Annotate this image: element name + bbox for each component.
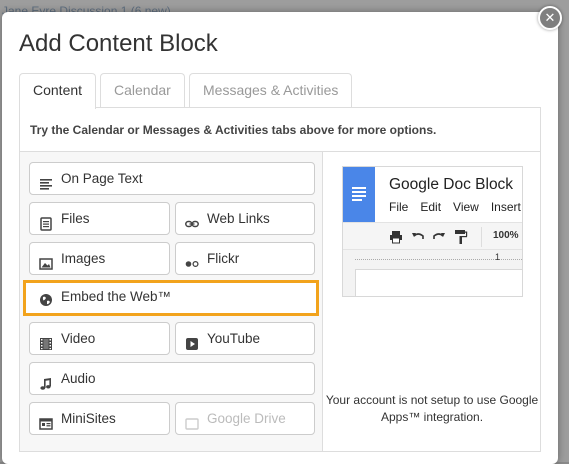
menu-insert: Insert [490,200,521,214]
minisites-label: MiniSites [61,411,116,426]
embed-the-web-label: Embed the Web™ [61,289,172,304]
close-button[interactable]: ✕ [538,6,562,30]
flickr-icon [185,251,199,268]
link-icon [185,211,199,228]
flickr-button[interactable]: Flickr [175,242,315,275]
images-label: Images [61,251,106,266]
google-doc-toolbar: 100% [343,222,522,250]
image-icon [39,251,53,271]
tab-calendar[interactable]: Calendar [100,73,185,108]
redo-icon [433,233,445,239]
google-apps-notice: Your account is not setup to use Google … [325,393,539,424]
tab-content[interactable]: Content [19,73,97,109]
menu-view: View [453,200,479,214]
web-links-button[interactable]: Web Links [175,202,315,235]
embed-the-web-button[interactable]: Embed the Web™ [23,280,319,316]
web-links-label: Web Links [207,211,270,226]
zoom-level: 100% [493,230,519,241]
on-page-text-button[interactable]: On Page Text [29,162,315,195]
drive-icon [185,411,199,431]
film-icon [39,331,53,351]
content-panel: Try the Calendar or Messages & Activitie… [19,107,541,452]
audio-button[interactable]: Audio [29,362,315,395]
google-doc-page [355,269,522,296]
youtube-icon [185,331,199,351]
add-content-block-modal: Add Content Block Content Calendar Messa… [2,12,558,464]
ruler-mark: 1 [495,252,501,262]
undo-icon [412,233,424,239]
video-button[interactable]: Video [29,322,170,355]
youtube-label: YouTube [207,331,261,346]
print-icon [390,231,402,244]
tab-messages-activities[interactable]: Messages & Activities [189,73,353,108]
flickr-label: Flickr [207,251,240,266]
modal-title: Add Content Block [19,30,218,57]
audio-label: Audio [61,371,96,386]
google-doc-preview: Google Doc Block File Edit View Insert 100%… [342,166,523,297]
video-label: Video [61,331,96,346]
globe-icon [39,289,53,307]
google-drive-button[interactable]: Google Drive [175,402,315,435]
images-button[interactable]: Images [29,242,170,275]
youtube-button[interactable]: YouTube [175,322,315,355]
files-label: Files [61,211,90,226]
music-note-icon [39,371,53,391]
google-doc-ruler: 1 [343,251,522,268]
google-doc-icon [343,167,375,222]
minisites-button[interactable]: MiniSites [29,402,170,435]
block-button-list: On Page Text Files Web Links Images Flic… [20,152,323,451]
minisite-icon [39,411,53,431]
files-button[interactable]: Files [29,202,170,235]
paint-format-icon [455,230,468,244]
menu-file: File [389,200,409,214]
google-doc-menu: File Edit View Insert [389,200,522,214]
info-text: Try the Calendar or Messages & Activitie… [20,108,540,152]
on-page-text-label: On Page Text [61,171,143,186]
file-icon [39,211,53,232]
google-drive-label: Google Drive [207,411,286,426]
close-icon: ✕ [544,10,556,25]
menu-edit: Edit [420,200,442,214]
preview-area: Google Doc Block File Edit View Insert 100%… [324,152,540,451]
text-lines-icon [39,171,53,191]
google-doc-title: Google Doc Block [389,176,514,193]
